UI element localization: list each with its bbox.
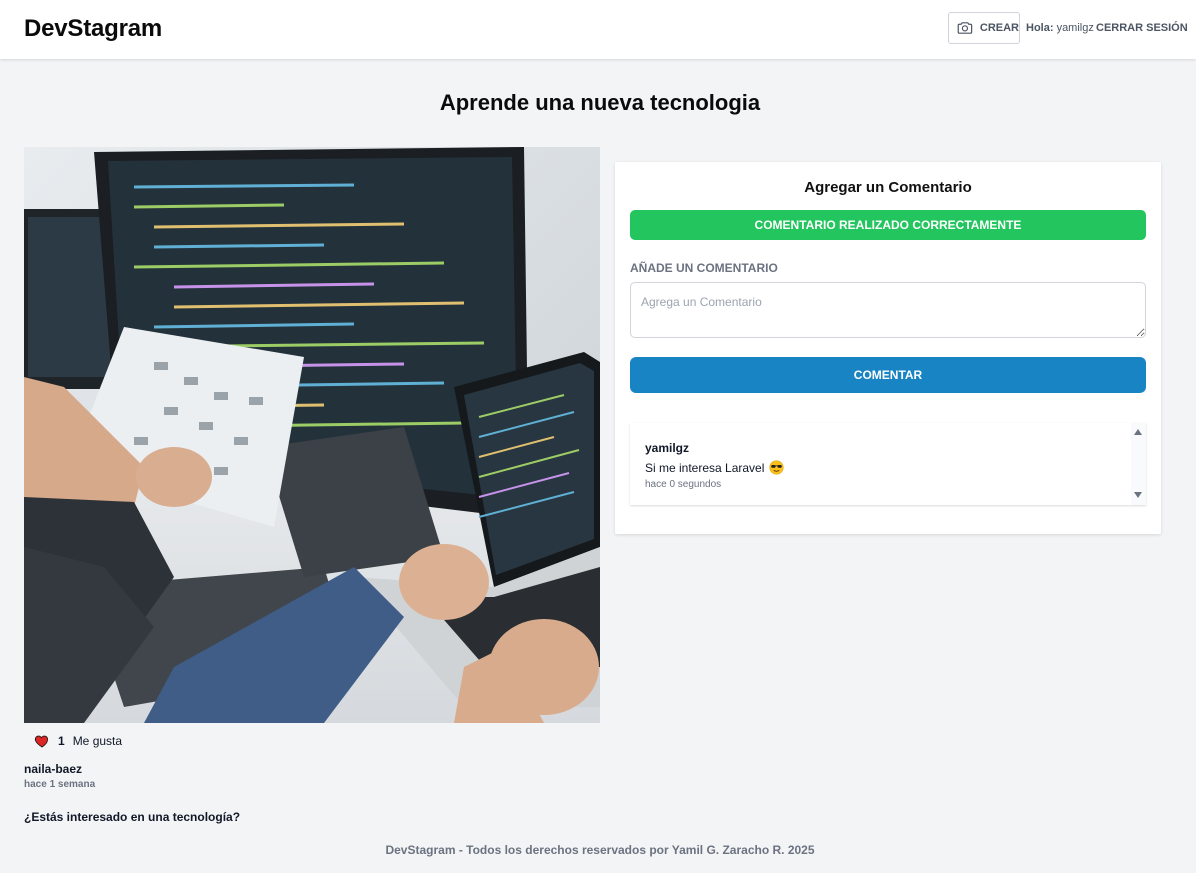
post-description: ¿Estás interesado en una tecnología?	[24, 810, 241, 824]
scroll-up-arrow-icon[interactable]	[1134, 429, 1142, 435]
create-post-button[interactable]: CREAR	[948, 12, 1020, 44]
logout-button[interactable]: CERRAR SESIÓN	[1096, 22, 1188, 34]
create-label: CREAR	[979, 22, 1019, 34]
top-navbar: DevStagram CREAR Hola: yamilgz CERRAR SE…	[0, 0, 1196, 59]
comments-list[interactable]: yamilgz Si me interesa Laravel hace 0 se…	[630, 423, 1146, 505]
likes-count: 1	[58, 734, 65, 748]
post-title: Aprende una nueva tecnologia	[439, 90, 761, 115]
comment-author[interactable]: yamilgz	[645, 441, 784, 455]
post-time: hace 1 semana	[24, 779, 96, 790]
comment-time: hace 0 segundos	[645, 479, 722, 490]
sunglasses-emoji-icon	[769, 460, 784, 475]
submit-comment-button[interactable]: COMENTAR	[630, 357, 1146, 393]
comment-text: Si me interesa Laravel	[645, 460, 765, 475]
brand-logo[interactable]: DevStagram	[24, 15, 162, 43]
likes-label: Me gusta	[72, 734, 123, 748]
greeting-username[interactable]: yamilgz	[1057, 22, 1094, 34]
greeting-prefix: Hola:	[1026, 22, 1054, 34]
footer-text: DevStagram - Todos los derechos reservad…	[385, 843, 815, 857]
comment-card: Agregar un Comentario COMENTARIO REALIZA…	[615, 162, 1161, 534]
comment-field-label: AÑADE UN COMENTARIO	[630, 261, 778, 275]
comment-text-row: Si me interesa Laravel	[645, 460, 784, 475]
success-alert: COMENTARIO REALIZADO CORRECTAMENTE	[630, 210, 1146, 240]
heart-icon[interactable]	[34, 733, 50, 749]
comments-scrollbar[interactable]	[1131, 423, 1146, 505]
comment-form-title: Agregar un Comentario	[804, 179, 972, 196]
post-image	[24, 147, 600, 723]
likes-row: 1 Me gusta	[34, 733, 122, 749]
scroll-down-arrow-icon[interactable]	[1134, 492, 1142, 498]
post-author[interactable]: naila-baez	[24, 762, 82, 776]
user-greeting: Hola: yamilgz	[1026, 22, 1094, 34]
camera-icon	[957, 22, 973, 34]
comment-item: yamilgz Si me interesa Laravel hace 0 se…	[645, 441, 784, 490]
comment-input[interactable]	[630, 282, 1146, 338]
